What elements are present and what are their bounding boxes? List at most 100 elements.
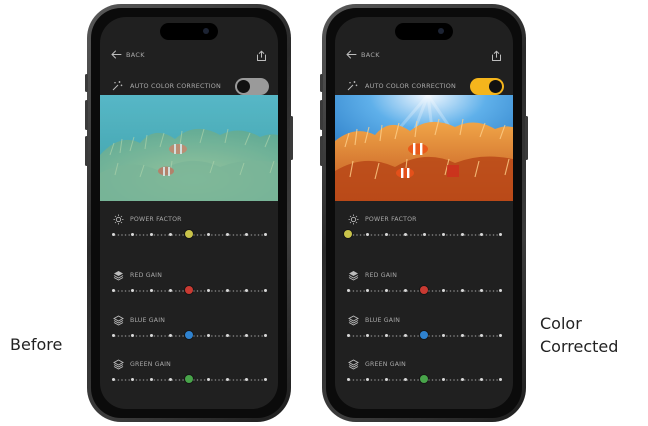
slider-thumb[interactable] [185,286,193,294]
slider-tick [384,334,388,337]
slider-tick [168,378,172,381]
green-gain-label: GREEN GAIN [365,361,406,368]
slider-tick [460,334,464,337]
auto-color-correction-row: AUTO COLOR CORRECTION [346,78,504,96]
slider-tick [168,233,172,236]
slider-tick [206,378,210,381]
slider-tick [365,378,369,381]
power-button [525,116,528,160]
share-icon[interactable] [256,50,267,62]
back-label: BACK [361,50,380,59]
blue-gain-slider[interactable] [111,331,267,340]
slider-tick [384,233,388,236]
toggle-knob [237,80,250,93]
slider-tick [346,378,350,381]
red-gain-control: RED GAIN [111,270,267,300]
sun-icon [113,214,124,225]
slider-tick [498,378,502,381]
power-factor-label: POWER FACTOR [365,216,417,223]
slider-tick [263,334,267,337]
slider-thumb[interactable] [344,230,352,238]
power-factor-slider[interactable] [344,230,502,239]
slider-thumb[interactable] [185,230,193,238]
red-gain-slider[interactable] [346,286,502,295]
dynamic-island [160,23,218,40]
green-gain-slider[interactable] [111,375,267,384]
slider-tick [384,378,388,381]
slider-thumb[interactable] [185,375,193,383]
layers-icon [113,315,124,326]
caption-after-line1: Color [540,314,582,333]
red-gain-slider[interactable] [111,286,267,295]
slider-tick [244,289,248,292]
slider-thumb[interactable] [185,331,193,339]
slider-tick [479,378,483,381]
slider-tick [111,289,115,292]
blue-gain-control: BLUE GAIN [111,315,267,345]
slider-tick [365,334,369,337]
slider-tick [346,289,350,292]
phone-bezel: BACK AUTO COLOR CORRECTION POWER FACTOR … [326,8,522,418]
slider-tick [460,289,464,292]
power-factor-control: POWER FACTOR [111,214,267,244]
slider-tick [149,334,153,337]
share-icon[interactable] [491,50,502,62]
slider-tick [441,233,445,236]
slider-tick [403,289,407,292]
slider-tick [498,334,502,337]
slider-tick [168,289,172,292]
toggle-knob [489,80,502,93]
green-gain-slider[interactable] [346,375,502,384]
magic-wand-icon [347,81,358,91]
slider-tick [206,334,210,337]
red-gain-label: RED GAIN [130,272,163,279]
arrow-left-icon [111,50,122,59]
slider-tick [263,378,267,381]
blue-gain-slider[interactable] [346,331,502,340]
caption-after-line2: Corrected [540,337,619,356]
layers-icon [348,271,359,281]
slider-tick [365,233,369,236]
back-button[interactable]: BACK [111,50,145,59]
back-button[interactable]: BACK [346,50,380,59]
layers-icon [348,359,359,370]
slider-tick [263,233,267,236]
slider-tick [244,378,248,381]
slider-tick [422,233,426,236]
slider-tick [168,334,172,337]
underwater-photo-before [100,95,278,201]
power-factor-control: POWER FACTOR [344,214,502,244]
side-button [85,136,88,166]
slider-tick [498,233,502,236]
phone-color-corrected: BACK AUTO COLOR CORRECTION POWER FACTOR … [320,4,528,422]
slider-tick [244,334,248,337]
caption-before-text: Before [10,335,63,354]
blue-gain-control: BLUE GAIN [346,315,502,345]
magic-wand-icon [112,81,123,91]
side-button [320,136,323,166]
slider-tick [441,378,445,381]
slider-thumb[interactable] [420,331,428,339]
slider-tick [130,334,134,337]
underwater-photo-corrected [335,95,513,201]
auto-color-toggle[interactable] [235,78,269,95]
slider-tick [384,289,388,292]
slider-tick [403,378,407,381]
slider-thumb[interactable] [420,286,428,294]
power-factor-slider[interactable] [111,230,267,239]
dynamic-island [395,23,453,40]
phone-before: BACK AUTO COLOR CORRECTION POWER FACTOR … [85,4,293,422]
blue-gain-label: BLUE GAIN [365,317,401,324]
screen: BACK AUTO COLOR CORRECTION POWER FACTOR … [100,17,278,409]
slider-thumb[interactable] [420,375,428,383]
back-label: BACK [126,50,145,59]
slider-tick [460,233,464,236]
slider-tick [498,289,502,292]
power-button [290,116,293,160]
green-gain-label: GREEN GAIN [130,361,171,368]
slider-tick [225,233,229,236]
slider-tick [225,378,229,381]
top-bar: BACK [346,50,502,64]
auto-color-toggle[interactable] [470,78,504,95]
caption-color-corrected: Color Corrected [540,312,618,358]
